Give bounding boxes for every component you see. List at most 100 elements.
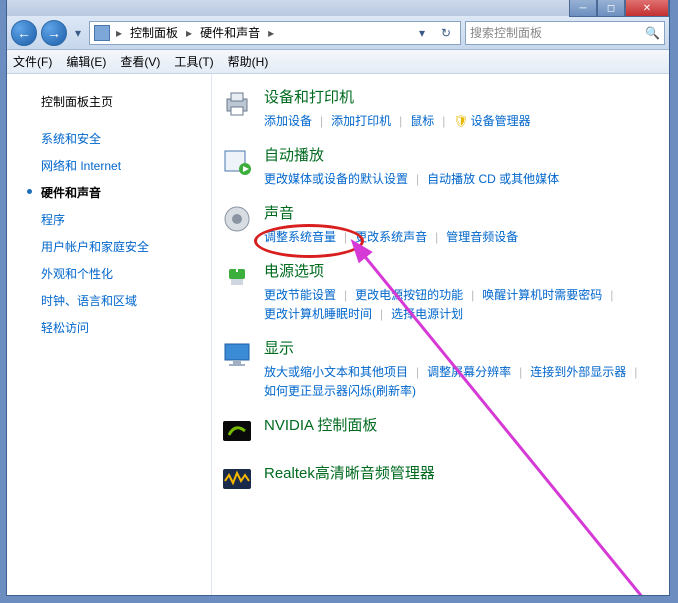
- breadcrumb-sep: ▸: [266, 26, 276, 40]
- search-input[interactable]: 搜索控制面板 🔍: [465, 21, 665, 45]
- link-separator: |: [408, 365, 427, 379]
- category-link[interactable]: 调整屏幕分辨率: [427, 362, 511, 381]
- maximize-button[interactable]: ◻: [597, 0, 625, 17]
- category-link[interactable]: 调整系统音量: [264, 227, 336, 246]
- category-link[interactable]: 添加打印机: [331, 111, 391, 130]
- sidebar: 控制面板主页 系统和安全网络和 Internet硬件和声音程序用户帐户和家庭安全…: [7, 74, 212, 595]
- category: NVIDIA 控制面板: [220, 414, 657, 448]
- category-title[interactable]: 电源选项: [264, 260, 657, 281]
- category-links: 调整系统音量|更改系统声音|管理音频设备: [264, 227, 657, 246]
- category-link[interactable]: 更改媒体或设备的默认设置: [264, 169, 408, 188]
- link-separator: |: [434, 114, 453, 128]
- category: 显示放大或缩小文本和其他项目|调整屏幕分辨率|连接到外部显示器|如何更正显示器闪…: [220, 337, 657, 400]
- breadcrumb-sep: ▸: [184, 26, 194, 40]
- breadcrumb-item[interactable]: 硬件和声音: [198, 24, 262, 41]
- category-links: 放大或缩小文本和其他项目|调整屏幕分辨率|连接到外部显示器|如何更正显示器闪烁(…: [264, 362, 657, 400]
- sidebar-item[interactable]: 网络和 Internet: [7, 152, 211, 179]
- category: 自动播放更改媒体或设备的默认设置|自动播放 CD 或其他媒体: [220, 144, 657, 188]
- category-title[interactable]: Realtek高清晰音频管理器: [264, 462, 657, 483]
- minimize-button[interactable]: ─: [569, 0, 597, 17]
- category-title[interactable]: NVIDIA 控制面板: [264, 414, 657, 435]
- link-separator: |: [626, 365, 645, 379]
- menu-edit[interactable]: 编辑(E): [66, 53, 106, 70]
- navbar: ← → ▾ ▸ 控制面板 ▸ 硬件和声音 ▸ ▾ ↻ 搜索控制面板 🔍: [7, 16, 669, 50]
- category-link[interactable]: 设备管理器: [471, 111, 531, 130]
- printer-icon: [220, 86, 254, 120]
- power-icon: [220, 260, 254, 294]
- category-link[interactable]: 唤醒计算机时需要密码: [482, 285, 602, 304]
- autoplay-icon: [220, 144, 254, 178]
- search-icon: 🔍: [645, 26, 660, 40]
- category: 设备和打印机添加设备|添加打印机|鼠标|🛡设备管理器: [220, 86, 657, 130]
- search-placeholder: 搜索控制面板: [470, 24, 542, 41]
- category-link[interactable]: 连接到外部显示器: [530, 362, 626, 381]
- sidebar-item[interactable]: 硬件和声音: [7, 179, 211, 206]
- menu-tools[interactable]: 工具(T): [174, 53, 213, 70]
- menu-help[interactable]: 帮助(H): [228, 53, 269, 70]
- breadcrumb-sep: ▸: [114, 26, 124, 40]
- nvidia-icon: [220, 414, 254, 448]
- category-link[interactable]: 选择电源计划: [391, 304, 463, 323]
- link-separator: |: [463, 288, 482, 302]
- category-links: 更改节能设置|更改电源按钮的功能|唤醒计算机时需要密码|更改计算机睡眠时间|选择…: [264, 285, 657, 323]
- category-links: 更改媒体或设备的默认设置|自动播放 CD 或其他媒体: [264, 169, 657, 188]
- category: 电源选项更改节能设置|更改电源按钮的功能|唤醒计算机时需要密码|更改计算机睡眠时…: [220, 260, 657, 323]
- sidebar-item[interactable]: 系统和安全: [7, 125, 211, 152]
- sidebar-item[interactable]: 轻松访问: [7, 314, 211, 341]
- history-dropdown[interactable]: ▾: [71, 23, 85, 43]
- address-bar[interactable]: ▸ 控制面板 ▸ 硬件和声音 ▸ ▾ ↻: [89, 21, 461, 45]
- back-button[interactable]: ←: [11, 20, 37, 46]
- category-title[interactable]: 显示: [264, 337, 657, 358]
- refresh-button[interactable]: ↻: [436, 26, 456, 40]
- link-separator: |: [408, 172, 427, 186]
- category-link[interactable]: 更改系统声音: [355, 227, 427, 246]
- category: Realtek高清晰音频管理器: [220, 462, 657, 496]
- control-panel-window: ─ ◻ ✕ ← → ▾ ▸ 控制面板 ▸ 硬件和声音 ▸ ▾ ↻ 搜索控制面板 …: [6, 0, 670, 596]
- sidebar-home[interactable]: 控制面板主页: [7, 88, 211, 115]
- menubar: 文件(F) 编辑(E) 查看(V) 工具(T) 帮助(H): [7, 50, 669, 74]
- category-title[interactable]: 自动播放: [264, 144, 657, 165]
- address-dropdown[interactable]: ▾: [412, 26, 432, 40]
- category-link[interactable]: 添加设备: [264, 111, 312, 130]
- link-separator: |: [336, 288, 355, 302]
- link-separator: |: [391, 114, 410, 128]
- category-link[interactable]: 更改电源按钮的功能: [355, 285, 463, 304]
- sidebar-item[interactable]: 用户帐户和家庭安全: [7, 233, 211, 260]
- window-buttons: ─ ◻ ✕: [569, 0, 669, 17]
- shield-icon: 🛡: [453, 114, 468, 128]
- display-icon: [220, 337, 254, 371]
- category-title[interactable]: 声音: [264, 202, 657, 223]
- category: 声音调整系统音量|更改系统声音|管理音频设备: [220, 202, 657, 246]
- category-link[interactable]: 放大或缩小文本和其他项目: [264, 362, 408, 381]
- link-separator: |: [602, 288, 621, 302]
- category-link[interactable]: 如何更正显示器闪烁(刷新率): [264, 381, 416, 400]
- sidebar-item[interactable]: 时钟、语言和区域: [7, 287, 211, 314]
- category-link[interactable]: 自动播放 CD 或其他媒体: [427, 169, 559, 188]
- link-separator: |: [427, 230, 446, 244]
- link-separator: |: [336, 230, 355, 244]
- control-panel-icon: [94, 25, 110, 41]
- category-link[interactable]: 管理音频设备: [446, 227, 518, 246]
- menu-view[interactable]: 查看(V): [120, 53, 160, 70]
- category-links: 添加设备|添加打印机|鼠标|🛡设备管理器: [264, 111, 657, 130]
- arrow-right-icon: →: [47, 25, 61, 41]
- category-title[interactable]: 设备和打印机: [264, 86, 657, 107]
- sound-icon: [220, 202, 254, 236]
- link-separator: |: [511, 365, 530, 379]
- link-separator: |: [312, 114, 331, 128]
- menu-file[interactable]: 文件(F): [13, 53, 52, 70]
- category-link[interactable]: 更改计算机睡眠时间: [264, 304, 372, 323]
- realtek-icon: [220, 462, 254, 496]
- category-link[interactable]: 鼠标: [410, 111, 434, 130]
- breadcrumb-item[interactable]: 控制面板: [128, 24, 180, 41]
- category-link[interactable]: 更改节能设置: [264, 285, 336, 304]
- chevron-down-icon: ▾: [75, 26, 81, 40]
- body: 控制面板主页 系统和安全网络和 Internet硬件和声音程序用户帐户和家庭安全…: [7, 74, 669, 595]
- titlebar: ─ ◻ ✕: [7, 0, 669, 16]
- sidebar-item[interactable]: 外观和个性化: [7, 260, 211, 287]
- sidebar-item[interactable]: 程序: [7, 206, 211, 233]
- link-separator: |: [372, 307, 391, 321]
- arrow-left-icon: ←: [17, 25, 31, 41]
- close-button[interactable]: ✕: [625, 0, 669, 17]
- forward-button[interactable]: →: [41, 20, 67, 46]
